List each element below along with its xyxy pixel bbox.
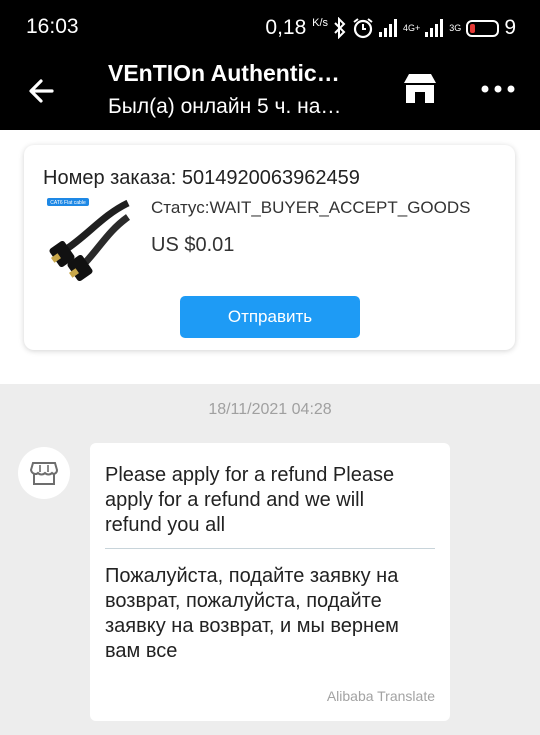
translation-divider (105, 548, 435, 549)
network-type-2: 3G (449, 23, 462, 33)
more-options-icon[interactable] (476, 69, 520, 109)
signal-icon (379, 19, 398, 37)
battery-icon (466, 19, 500, 37)
svg-text:CAT6 Flat cable: CAT6 Flat cable (50, 200, 86, 206)
send-order-button[interactable]: Отправить (180, 296, 360, 338)
network-speed: 0,18 K/s (265, 16, 329, 39)
message-translated-text: Пожалуйста, подайте заявку на возврат, п… (105, 565, 399, 662)
chat-header: VEnTIOn Authentic… Был(а) онлайн 5 ч. на… (0, 57, 540, 130)
order-number: Номер заказа: 5014920063962459 (43, 167, 360, 189)
network-type-1: 4G+ (403, 23, 421, 33)
order-status: Статус:WAIT_BUYER_ACCEPT_GOODS (151, 198, 471, 217)
signal-icon-2 (425, 19, 444, 37)
back-arrow-icon[interactable] (22, 71, 62, 111)
status-time: 16:03 (26, 15, 79, 38)
chat-title[interactable]: VEnTIOn Authentic… (108, 60, 378, 87)
bluetooth-icon (334, 17, 346, 39)
message-original-text: Please apply for a refund Please apply f… (105, 464, 395, 536)
product-image[interactable]: CAT6 Flat cable (43, 195, 132, 284)
message-bubble[interactable]: Please apply for a refund Please apply f… (90, 443, 450, 721)
seller-avatar[interactable] (18, 447, 70, 499)
order-card[interactable]: Номер заказа: 5014920063962459 CAT6 Flat… (24, 145, 515, 350)
alarm-icon (353, 18, 373, 39)
order-price: US $0.01 (151, 234, 235, 256)
status-icons: 0,18 K/s 4G+ 3G 9 (265, 14, 516, 42)
order-section: Номер заказа: 5014920063962459 CAT6 Flat… (0, 130, 540, 384)
shop-icon (29, 462, 59, 485)
battery-level: 9 (504, 16, 516, 39)
status-bar: 16:03 0,18 K/s 4G+ 3G 9 (0, 0, 540, 57)
translation-credit: Alibaba Translate (326, 688, 435, 704)
chat-subtitle: Был(а) онлайн 5 ч. на… (108, 95, 342, 118)
message-timestamp: 18/11/2021 04:28 (208, 401, 332, 418)
store-icon[interactable] (400, 69, 440, 109)
